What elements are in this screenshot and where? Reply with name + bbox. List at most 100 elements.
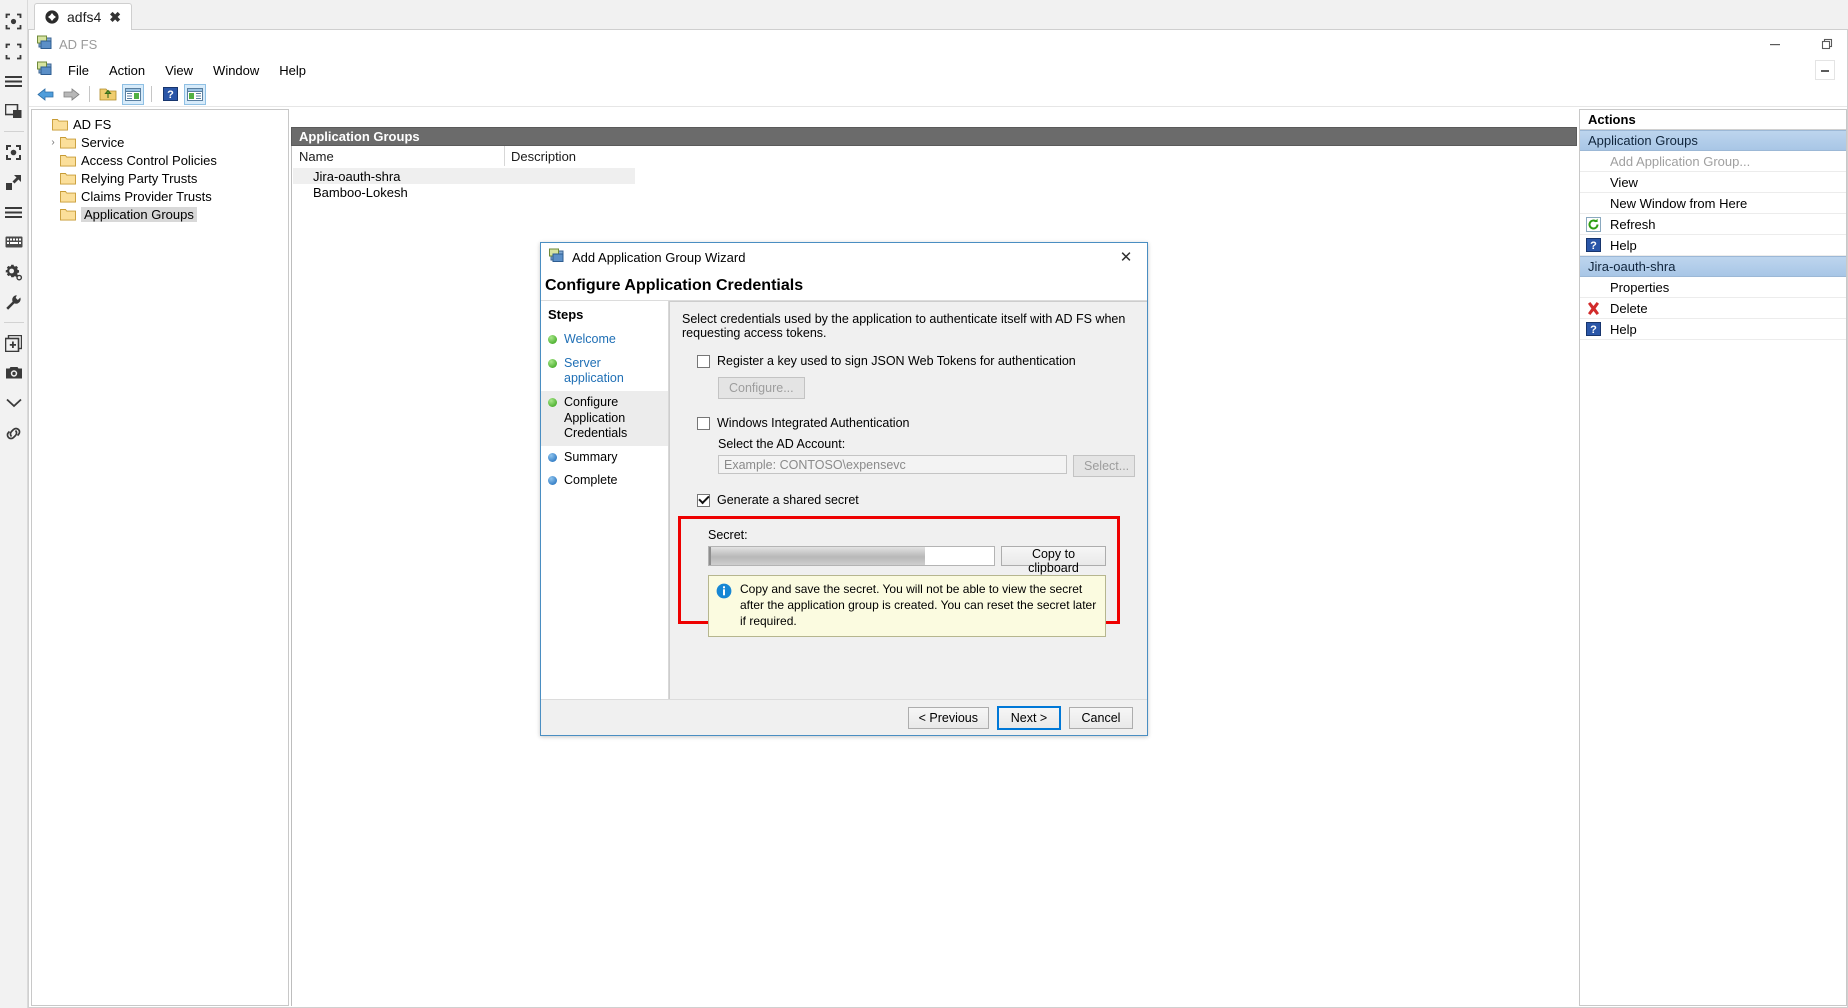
fullscreen-target-icon[interactable] [0,6,28,36]
tree-item-application-groups[interactable]: Application Groups [32,205,288,223]
wia-checkbox-label: Windows Integrated Authentication [717,416,909,430]
menu-file[interactable]: File [59,60,98,81]
add-window-icon[interactable] [0,328,28,358]
hamburger-menu-icon[interactable] [0,66,28,96]
chevron-right-icon[interactable]: › [46,137,60,148]
delete-x-icon [1585,300,1601,316]
actions-group-jira-oauth-shra: Jira-oauth-shra [1580,256,1846,277]
wizard-title-bar: Add Application Group Wizard ✕ [541,243,1147,271]
action-help-2[interactable]: ? Help [1580,319,1846,340]
window-title-text: AD FS [59,37,97,52]
select-ad-account-button[interactable]: Select... [1073,455,1135,477]
column-header-description[interactable]: Description [505,146,693,166]
action-help[interactable]: ? Help [1580,235,1846,256]
tree-item-label: Application Groups [81,207,197,222]
action-label: Delete [1607,301,1648,316]
wizard-step-complete[interactable]: Complete [541,469,668,493]
table-row[interactable]: Jira-oauth-shra [293,168,635,184]
camera-icon[interactable] [0,358,28,388]
minimize-icon[interactable] [1765,34,1785,54]
tree-item-relying-party-trusts[interactable]: Relying Party Trusts [32,169,288,187]
expand-arrow-icon[interactable] [0,167,28,197]
secret-row: Copy to clipboard [708,546,1106,566]
wizard-icon [549,248,565,266]
help-icon[interactable]: ? [159,84,181,105]
secret-input[interactable] [708,546,995,566]
action-refresh[interactable]: Refresh [1580,214,1846,235]
restore-icon[interactable] [1817,34,1837,54]
action-label: Help [1607,238,1637,253]
menu-view[interactable]: View [156,60,202,81]
tree-item-label: Service [81,135,124,150]
divider [151,86,152,102]
folder-icon [60,135,76,149]
cancel-button[interactable]: Cancel [1069,707,1133,729]
menu-action[interactable]: Action [100,60,154,81]
inner-minimize-icon[interactable] [1815,60,1835,80]
wizard-step-configure-application-credentials[interactable]: Configure Application Credentials [541,391,668,446]
action-new-window-from-here[interactable]: New Window from Here [1580,193,1846,214]
window-controls [1765,30,1837,58]
menu-bar: File Action View Window Help [29,58,1847,82]
scale-target-icon[interactable] [0,137,28,167]
column-header-name[interactable]: Name [293,146,505,166]
menu-help[interactable]: Help [270,60,315,81]
wizard-main-panel: Select credentials used by the applicati… [669,301,1147,709]
wizard-step-summary[interactable]: Summary [541,446,668,470]
window-title-bar: AD FS [29,30,1847,58]
folder-icon [60,207,76,221]
jwt-checkbox-row[interactable]: Register a key used to sign JSON Web Tok… [697,354,1135,368]
generate-shared-secret-checkbox[interactable] [697,494,710,507]
tree-item-claims-provider-trusts[interactable]: Claims Provider Trusts [32,187,288,205]
shared-secret-checkbox-label: Generate a shared secret [717,493,859,507]
menu-window[interactable]: Window [204,60,268,81]
window-overlay-icon[interactable] [0,96,28,126]
action-properties[interactable]: Properties [1580,277,1846,298]
action-view[interactable]: View [1580,172,1846,193]
wizard-page-heading: Configure Application Credentials [541,271,1147,301]
close-icon[interactable]: ✖ [109,10,121,24]
table-row[interactable]: Bamboo-Lokesh [293,184,635,200]
back-arrow-icon[interactable] [35,84,57,105]
add-application-group-wizard-dialog: Add Application Group Wizard ✕ Configure… [540,242,1148,736]
copy-to-clipboard-button[interactable]: Copy to clipboard [1001,546,1106,566]
hamburger-menu-2-icon[interactable] [0,197,28,227]
expand-corners-icon[interactable] [0,36,28,66]
jwt-checkbox[interactable] [697,355,710,368]
wrench-icon[interactable] [0,287,28,317]
show-console-tree-icon[interactable] [122,84,144,105]
chevron-down-icon[interactable] [0,388,28,418]
wia-checkbox-row[interactable]: Windows Integrated Authentication [697,416,1135,430]
wizard-step-welcome[interactable]: Welcome [541,328,668,352]
action-add-application-group[interactable]: Add Application Group... [1580,151,1846,172]
ad-account-field[interactable]: Example: CONTOSO\expensevc [718,455,1067,474]
browser-tab-adfs4[interactable]: adfs4 ✖ [34,3,132,30]
toolbar: ? [29,82,1847,107]
previous-button[interactable]: < Previous [908,707,989,729]
close-icon[interactable]: ✕ [1111,245,1141,269]
next-button[interactable]: Next > [997,706,1061,730]
svg-text:?: ? [167,89,174,101]
keyboard-icon[interactable] [0,227,28,257]
step-label: Summary [564,450,617,466]
tree-item-service[interactable]: › Service [32,133,288,151]
forward-arrow-icon[interactable] [60,84,82,105]
show-action-pane-icon[interactable] [184,84,206,105]
configure-button[interactable]: Configure... [718,377,805,399]
link-icon[interactable] [0,418,28,448]
up-folder-icon[interactable] [97,84,119,105]
highlight-annotation-box: Secret: Copy to clipboard [678,516,1120,624]
list-cell-name: Bamboo-Lokesh [313,185,408,200]
action-label: Refresh [1607,217,1656,232]
ad-account-placeholder: Example: CONTOSO\expensevc [724,458,906,472]
tree-item-access-control-policies[interactable]: Access Control Policies [32,151,288,169]
ad-account-label: Select the AD Account: [718,437,1135,451]
tree-item-adfs-root[interactable]: AD FS [32,115,288,133]
windows-integrated-auth-checkbox[interactable] [697,417,710,430]
info-icon [716,583,732,599]
blank-icon [1585,195,1601,211]
wizard-step-server-application[interactable]: Server application [541,352,668,391]
action-delete[interactable]: Delete [1580,298,1846,319]
settings-gear-icon[interactable] [0,257,28,287]
shared-secret-checkbox-row[interactable]: Generate a shared secret [697,493,1135,507]
